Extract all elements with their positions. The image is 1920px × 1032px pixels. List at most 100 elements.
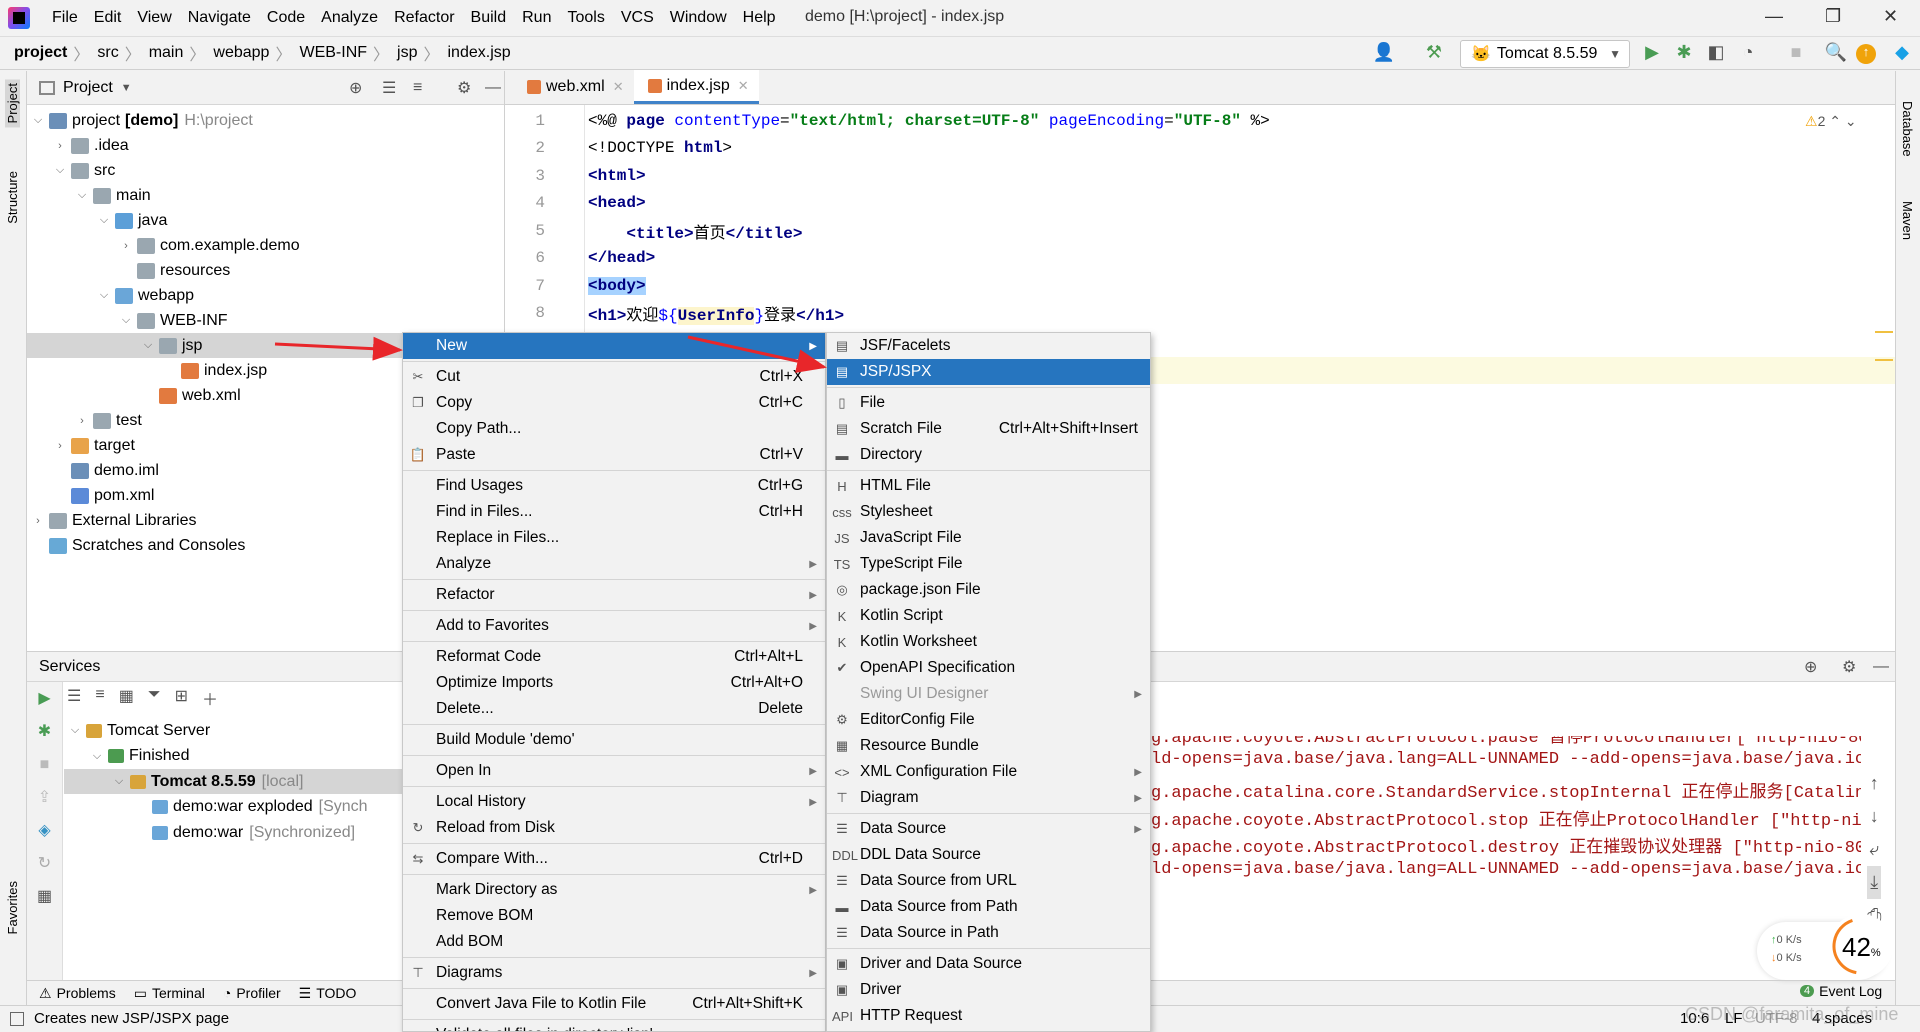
menu-item-stylesheet[interactable]: css Stylesheet <box>827 499 1150 525</box>
tree-item-java[interactable]: ⌵ java <box>27 208 505 233</box>
menu-item-resource-bundle[interactable]: ▦ Resource Bundle <box>827 733 1150 759</box>
update-icon[interactable]: ↑ <box>1856 44 1876 64</box>
menu-item-data-source-in-path[interactable]: ☰ Data Source in Path <box>827 920 1150 946</box>
menu-item-reformat-code[interactable]: Reformat Code Ctrl+Alt+L <box>403 644 825 670</box>
menu-item-jsf-facelets[interactable]: ▤ JSF/Facelets <box>827 333 1150 359</box>
restore-button[interactable]: ❐ <box>1825 6 1841 27</box>
tool-tab-problems[interactable]: ⚠ Problems <box>39 985 116 1002</box>
refresh-icon[interactable]: ↻ <box>27 847 62 880</box>
error-stripe-mark[interactable] <box>1875 331 1893 333</box>
menu-item-new[interactable]: New ▶ <box>403 333 825 359</box>
menu-item-copy[interactable]: ❐ Copy Ctrl+C <box>403 390 825 416</box>
menu-item-mark-directory-as[interactable]: Mark Directory as ▶ <box>403 877 825 903</box>
new-tab-icon[interactable]: ⊞ <box>175 686 188 710</box>
service-item-demo-war-exploded[interactable]: demo:war exploded [Synch <box>64 795 429 820</box>
run-configuration-select[interactable]: 🐱 Tomcat 8.5.59 ▼ <box>1460 40 1630 68</box>
vcs-user-icon[interactable]: 👤 <box>1372 42 1396 63</box>
search-icon[interactable]: 🔍 <box>1824 42 1848 63</box>
run-icon[interactable]: ▶ <box>27 682 62 715</box>
menu-item-diagram[interactable]: ⊤ Diagram ▶ <box>827 785 1150 811</box>
service-item-demo-war[interactable]: demo:war [Synchronized] <box>64 820 429 845</box>
menu-window[interactable]: Window <box>662 9 735 27</box>
service-item-tomcat-8-5-59[interactable]: ⌵ Tomcat 8.5.59 [local] <box>64 769 429 794</box>
menu-item-optimize-imports[interactable]: Optimize Imports Ctrl+Alt+O <box>403 670 825 696</box>
service-item-tomcat-server[interactable]: ⌵ Tomcat Server <box>64 718 429 743</box>
debug-icon[interactable]: ✱ <box>27 715 62 748</box>
maven-tool-button[interactable]: Maven <box>1900 201 1915 240</box>
chevron-up-icon[interactable]: ⌃ <box>1829 113 1841 129</box>
scroll-to-end-icon[interactable]: ⤓ <box>1867 866 1882 899</box>
chevron-down-icon[interactable]: ⌵ <box>31 114 45 127</box>
menu-run[interactable]: Run <box>514 9 559 27</box>
menu-item-kotlin-worksheet[interactable]: K Kotlin Worksheet <box>827 629 1150 655</box>
menu-item-jsp-jspx[interactable]: ▤ JSP/JSPX <box>827 359 1150 385</box>
chevron-right-icon[interactable]: › <box>119 240 133 252</box>
chevron-right-icon[interactable]: › <box>31 515 45 527</box>
profile-icon[interactable]: ◔ <box>1736 42 1760 63</box>
stop-icon[interactable]: ■ <box>1784 42 1808 63</box>
tree-item-resources[interactable]: resources <box>27 258 505 283</box>
menu-item-html-file[interactable]: H HTML File <box>827 473 1150 499</box>
artifact-icon[interactable]: ◈ <box>27 814 62 847</box>
arrow-down-icon[interactable]: ↓ <box>1867 800 1881 833</box>
tree-item-com-example-demo[interactable]: › com.example.demo <box>27 233 505 258</box>
tree-item-src[interactable]: ⌵ src <box>27 158 505 183</box>
menu-item-refactor[interactable]: Refactor ▶ <box>403 582 825 608</box>
menu-item-directory[interactable]: ▬ Directory <box>827 442 1150 468</box>
arrow-up-icon[interactable]: ↑ <box>1867 767 1881 800</box>
tree-item-idea[interactable]: › .idea <box>27 133 505 158</box>
chevron-down-icon[interactable]: ⌵ <box>53 164 67 177</box>
close-window-button[interactable]: ✕ <box>1883 6 1898 27</box>
breadcrumb-item[interactable]: index.jsp <box>448 44 511 62</box>
menu-view[interactable]: View <box>129 9 179 27</box>
menu-item-open-in[interactable]: Open In ▶ <box>403 758 825 784</box>
menu-item-local-history[interactable]: Local History ▶ <box>403 789 825 815</box>
menu-item-paste[interactable]: 📋 Paste Ctrl+V <box>403 442 825 468</box>
menu-file[interactable]: File <box>44 9 86 27</box>
menu-item-find-usages[interactable]: Find Usages Ctrl+G <box>403 473 825 499</box>
chevron-down-icon[interactable]: ⌵ <box>75 189 89 202</box>
favorites-tool-button[interactable]: Favorites <box>5 881 20 934</box>
breadcrumb-item[interactable]: webapp <box>213 44 269 62</box>
menu-vcs[interactable]: VCS <box>613 9 662 27</box>
hide-icon[interactable]: — <box>485 79 501 97</box>
menu-tools[interactable]: Tools <box>559 9 612 27</box>
close-tab-icon[interactable]: ✕ <box>738 78 749 94</box>
chevron-right-icon[interactable]: › <box>53 140 67 152</box>
inspection-widget[interactable]: ⚠2 ⌃ ⌄ <box>1805 113 1857 130</box>
menu-item-find-in-files[interactable]: Find in Files... Ctrl+H <box>403 499 825 525</box>
breadcrumb-item[interactable]: WEB-INF <box>299 44 367 62</box>
menu-item-openapi-specification[interactable]: ✔ OpenAPI Specification <box>827 655 1150 681</box>
jetbrains-toolbox-icon[interactable]: ◆ <box>1890 42 1914 63</box>
menu-item-add-to-favorites[interactable]: Add to Favorites ▶ <box>403 613 825 639</box>
close-tab-icon[interactable]: ✕ <box>613 79 624 95</box>
tool-tab-terminal[interactable]: ▭ Terminal <box>134 985 205 1002</box>
chevron-down-icon[interactable]: ⌵ <box>97 214 111 227</box>
breadcrumb-item[interactable]: jsp <box>397 44 417 62</box>
menu-item-kotlin-script[interactable]: K Kotlin Script <box>827 603 1150 629</box>
menu-item-cut[interactable]: ✂ Cut Ctrl+X <box>403 364 825 390</box>
menu-item-driver[interactable]: ▣ Driver <box>827 977 1150 1003</box>
menu-item-add-bom[interactable]: Add BOM <box>403 929 825 955</box>
tree-item-webapp[interactable]: ⌵ webapp <box>27 283 505 308</box>
project-view-selector[interactable]: Project <box>63 79 113 97</box>
minimize-button[interactable]: — <box>1765 6 1783 27</box>
breadcrumb-item[interactable]: project <box>14 44 67 62</box>
build-hammer-icon[interactable]: ⚒ <box>1422 42 1446 63</box>
menu-item-typescript-file[interactable]: TS TypeScript File <box>827 551 1150 577</box>
breadcrumb-item[interactable]: main <box>149 44 184 62</box>
menu-item-compare-with[interactable]: ⇆ Compare With... Ctrl+D <box>403 846 825 872</box>
group-icon[interactable]: ▦ <box>119 686 134 710</box>
structure-tool-button[interactable]: Structure <box>5 171 20 224</box>
chevron-down-icon[interactable]: ⌵ <box>97 289 111 302</box>
locate-icon[interactable]: ⊕ <box>1804 657 1817 677</box>
gear-icon[interactable]: ⚙ <box>457 78 471 98</box>
menu-item-diagrams[interactable]: ⊤ Diagrams ▶ <box>403 960 825 986</box>
menu-item-data-source-from-url[interactable]: ☰ Data Source from URL <box>827 868 1150 894</box>
tool-tab-todo[interactable]: ☰ TODO <box>299 985 357 1002</box>
breadcrumb-item[interactable]: src <box>97 44 118 62</box>
tab-index-jsp[interactable]: index.jsp ✕ <box>633 70 759 104</box>
chevron-right-icon[interactable]: › <box>75 415 89 427</box>
tool-tab-profiler[interactable]: ◔ Profiler <box>223 985 281 1001</box>
gear-icon[interactable]: ⚙ <box>1842 657 1856 677</box>
